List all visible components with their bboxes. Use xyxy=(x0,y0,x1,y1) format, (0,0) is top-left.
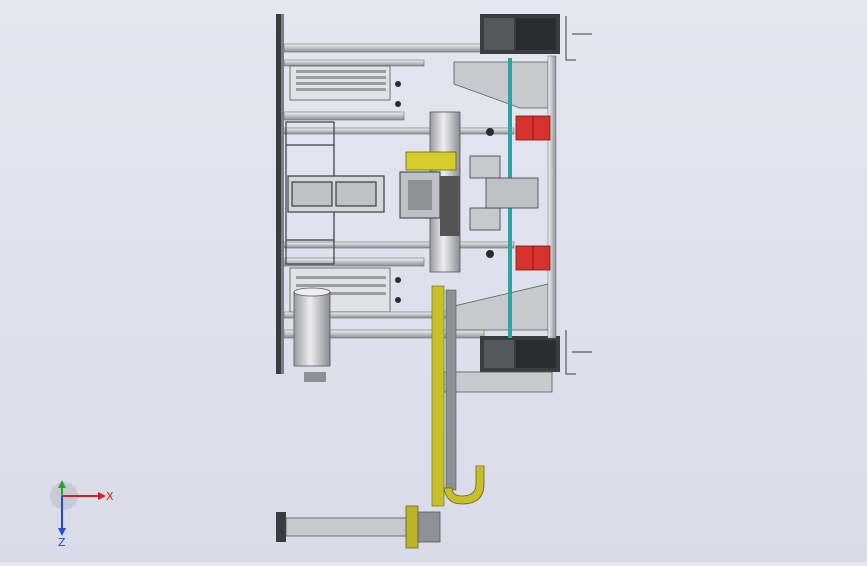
assembly-drawing xyxy=(276,14,592,549)
z-axis-arrow-icon xyxy=(58,528,66,536)
right-end-brackets xyxy=(565,16,592,375)
lower-left-cylinder xyxy=(293,287,331,382)
x-axis-arrow-icon xyxy=(98,492,106,500)
bottom-arm xyxy=(276,505,441,549)
base-plate-left xyxy=(276,14,284,374)
cad-viewport[interactable] xyxy=(0,0,867,562)
axis-triad: X Z xyxy=(48,478,118,549)
x-axis-label: X xyxy=(106,490,114,503)
z-axis-label: Z xyxy=(58,536,66,548)
triad-drawing: X Z xyxy=(50,480,114,549)
mid-gear-assemblies xyxy=(469,155,539,231)
